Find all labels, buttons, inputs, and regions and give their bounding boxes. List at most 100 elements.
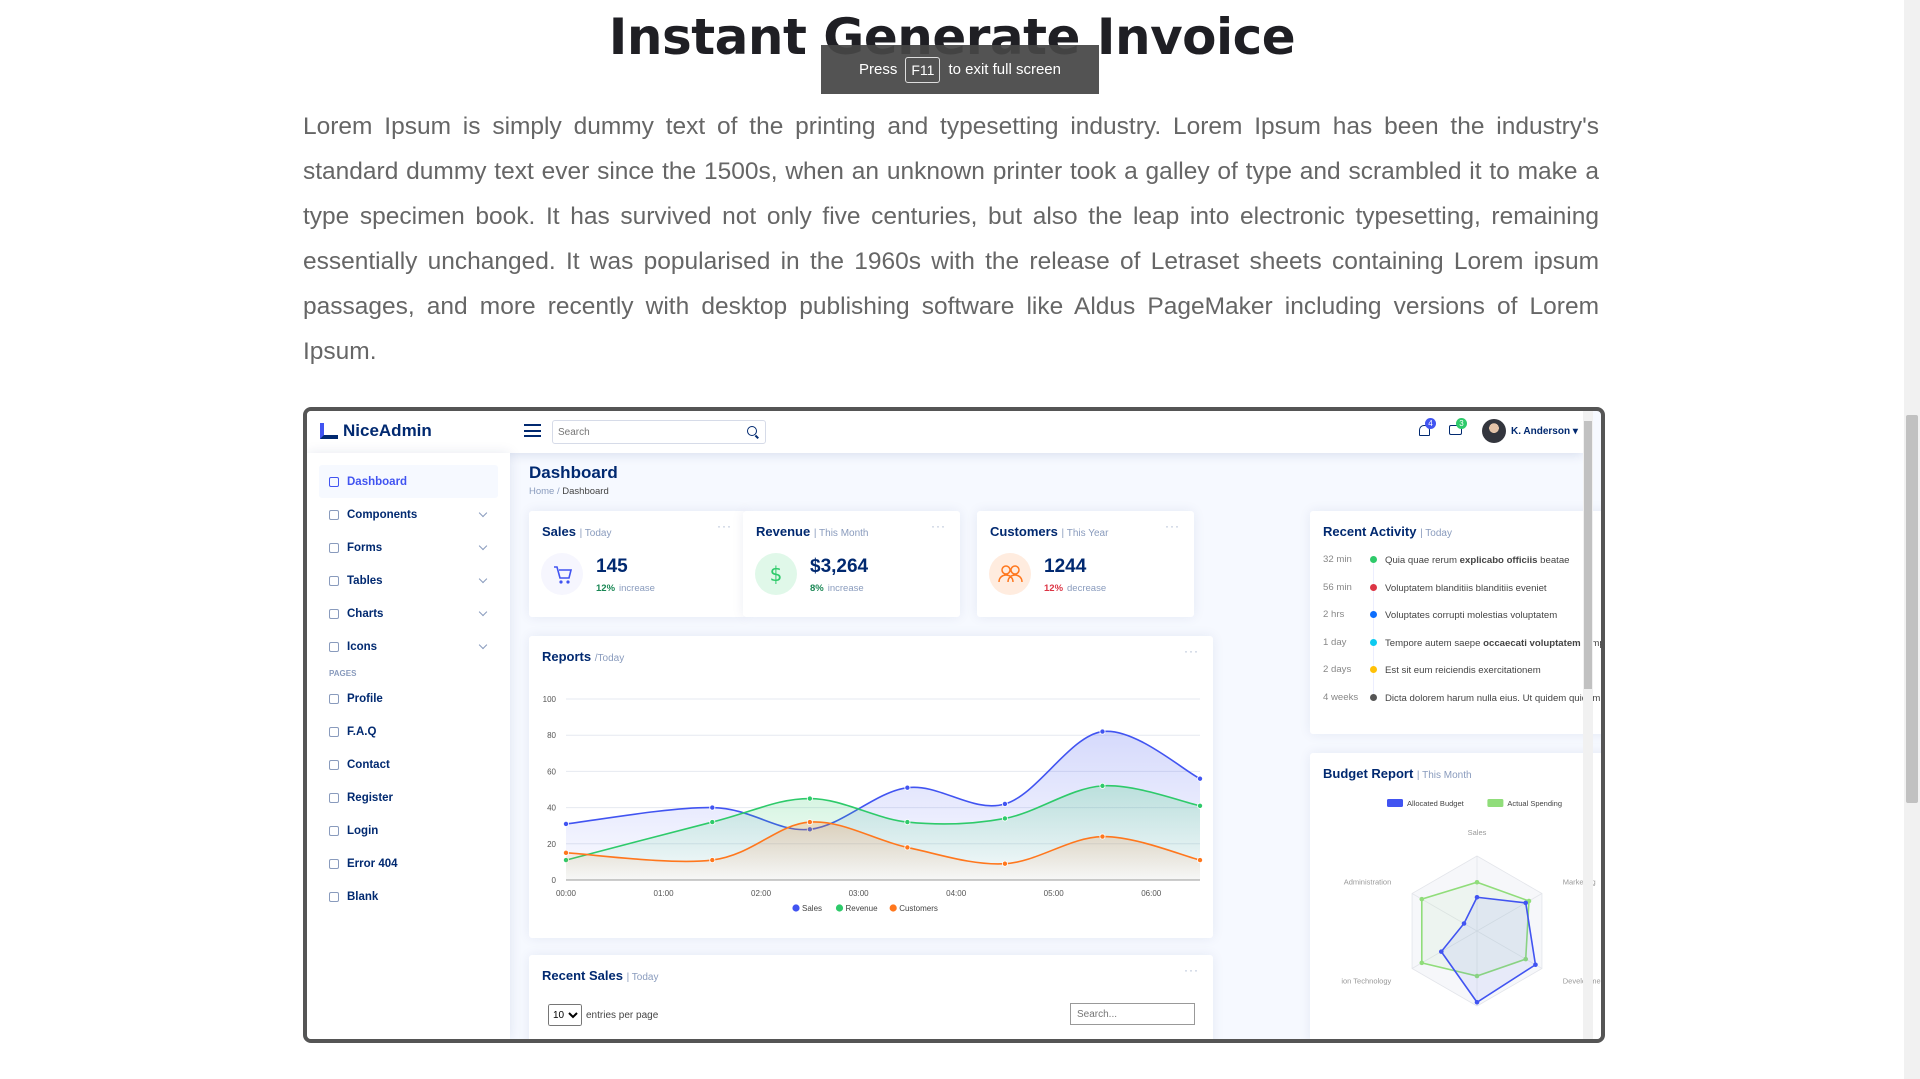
y-tick-label: 60	[547, 767, 556, 776]
sidebar-item-error-404[interactable]: Error 404	[319, 847, 498, 880]
preview-scrollbar-thumb[interactable]	[1584, 421, 1592, 689]
login-icon	[329, 825, 339, 836]
svg-text:$: $	[770, 562, 783, 586]
x-tick-label: 03:00	[849, 889, 870, 898]
customers-card-menu-button[interactable]: ···	[1165, 519, 1180, 533]
y-tick-label: 100	[543, 695, 557, 704]
intro-paragraph: Lorem Ipsum is simply dummy text of the …	[303, 113, 1599, 365]
app-logo[interactable]: NiceAdmin	[320, 421, 432, 441]
search-input[interactable]	[553, 421, 733, 443]
sidebar-item-profile[interactable]: Profile	[319, 682, 498, 715]
sidebar-item-label: Charts	[347, 607, 384, 620]
recent-activity-card: ··· Recent Activity | Today 32 minQuia q…	[1310, 511, 1601, 734]
sidebar-item-label: Forms	[347, 541, 383, 554]
radar-point	[1419, 896, 1425, 902]
sidebar-item-forms[interactable]: Forms	[319, 531, 498, 564]
hamburger-menu-icon[interactable]	[524, 422, 541, 439]
activity-item: 32 min Quia quae rerum explicabo officiis…	[1323, 554, 1601, 591]
sales-card-menu-button[interactable]: ···	[717, 519, 732, 533]
sidebar-item-faq[interactable]: F.A.Q	[319, 715, 498, 748]
sidebar-item-contact[interactable]: Contact	[319, 748, 498, 781]
envelope-icon	[329, 759, 339, 770]
radar-axis-label: Sales	[1468, 828, 1487, 837]
sidebar-item-tables[interactable]: Tables	[319, 564, 498, 597]
question-icon	[329, 726, 339, 737]
x-tick-label: 02:00	[751, 889, 772, 898]
radar-point	[1474, 894, 1480, 900]
sidebar-item-components[interactable]: Components	[319, 498, 498, 531]
breadcrumb-separator: /	[556, 486, 560, 497]
recent-sales-search-input[interactable]	[1070, 1003, 1195, 1025]
table-icon	[329, 575, 339, 586]
user-name: K. Anderson	[1511, 426, 1571, 437]
brand-name: NiceAdmin	[343, 421, 432, 440]
search-icon[interactable]	[747, 426, 757, 436]
reports-card: ··· Reports /Today 0 20 40 60 80 100 00:00 01:0…	[529, 636, 1213, 938]
gem-icon	[329, 641, 339, 652]
entries-control: 10 entries per page	[548, 1004, 658, 1026]
sidebar-item-dashboard[interactable]: Dashboard	[319, 465, 498, 498]
legend-marker	[792, 904, 800, 912]
sidebar-item-register[interactable]: Register	[319, 781, 498, 814]
sidebar-heading-pages: PAGES	[329, 669, 357, 678]
activity-time: 2 days	[1323, 664, 1352, 675]
toast-rest-text: to exit full screen	[948, 61, 1061, 78]
activity-text: Est sit eum reiciendis exercitationem	[1385, 665, 1541, 676]
entries-per-page-select[interactable]: 10	[548, 1004, 582, 1026]
data-point-sales	[709, 804, 716, 811]
grid-icon	[329, 476, 339, 487]
toast-key: F11	[905, 56, 941, 83]
dash-circle-icon	[329, 858, 339, 869]
activity-list: 32 min Quia quae rerum explicabo officiis…	[1323, 554, 1601, 719]
revenue-card-menu-button[interactable]: ···	[931, 519, 946, 533]
sidebar-item-charts[interactable]: Charts	[319, 597, 498, 630]
toast-press-text: Press	[859, 61, 898, 78]
legend-marker	[835, 904, 844, 912]
sidebar-item-login[interactable]: Login	[319, 814, 498, 847]
sidebar-item-blank[interactable]: Blank	[319, 880, 498, 913]
dashboard-heading: Dashboard	[529, 463, 618, 482]
activity-item: 1 day Tempore autem saepe occaecati volup…	[1323, 637, 1601, 674]
sales-card: ··· Sales | Today 145 12% increase	[529, 511, 746, 617]
sales-delta: 12% increase	[596, 583, 655, 594]
activity-item: 2 days Est sit eum reiciendis exercitatio…	[1323, 664, 1601, 701]
radar-point	[1419, 960, 1425, 966]
data-point-customers	[709, 857, 716, 864]
user-menu-dropdown[interactable]: K. Anderson ▾	[1511, 426, 1578, 437]
y-tick-label: 80	[547, 731, 556, 740]
logo-icon	[320, 423, 338, 439]
bar-chart-icon	[329, 608, 339, 619]
activity-dot-icon	[1370, 666, 1377, 673]
activity-item: 2 hrs Voluptates corrupti molestias volup…	[1323, 609, 1601, 646]
chevron-down-icon	[478, 640, 488, 650]
budget-radar-chart: SalesMarketingDevelopmention TechnologyA…	[1341, 799, 1601, 1007]
sidebar-item-label: Login	[347, 824, 379, 837]
x-tick-label: 06:00	[1141, 889, 1162, 898]
messages-chat-icon[interactable]: 3	[1448, 418, 1467, 438]
main-content: Dashboard Home / Dashboard ··· Sales | T…	[510, 453, 1601, 1039]
person-icon	[329, 693, 339, 704]
data-point-revenue	[1001, 815, 1008, 822]
card-list-icon	[329, 792, 339, 803]
activity-dot-icon	[1370, 583, 1377, 591]
legend-marker	[1487, 799, 1504, 807]
page-scrollbar-thumb[interactable]	[1906, 415, 1918, 803]
card-title: Recent Sales | Today	[542, 968, 659, 983]
sidebar-item-label: Register	[347, 791, 394, 804]
y-tick-label: 0	[552, 876, 557, 885]
dashboard-title-block: Dashboard Home / Dashboard	[529, 463, 618, 497]
breadcrumb-home[interactable]: Home	[529, 486, 554, 497]
sidebar-item-label: Profile	[347, 692, 383, 705]
recent-sales-menu-button[interactable]: ···	[1184, 963, 1199, 977]
activity-time: 4 weeks	[1323, 691, 1359, 703]
sales-value: 145	[596, 556, 628, 577]
notifications-bell-icon[interactable]: 4	[1417, 418, 1436, 438]
fullscreen-toast: Press F11 to exit full screen	[821, 45, 1099, 94]
x-tick-label: 04:00	[946, 889, 967, 898]
sidebar-item-icons[interactable]: Icons	[319, 630, 498, 663]
legend-marker	[1387, 799, 1403, 807]
avatar[interactable]	[1482, 419, 1506, 443]
x-tick-label: 05:00	[1044, 889, 1065, 898]
app-header: NiceAdmin 4 3 K. Anderson ▾	[307, 411, 1583, 453]
sidebar: Dashboard Components Forms Tables Charts…	[307, 453, 510, 1039]
